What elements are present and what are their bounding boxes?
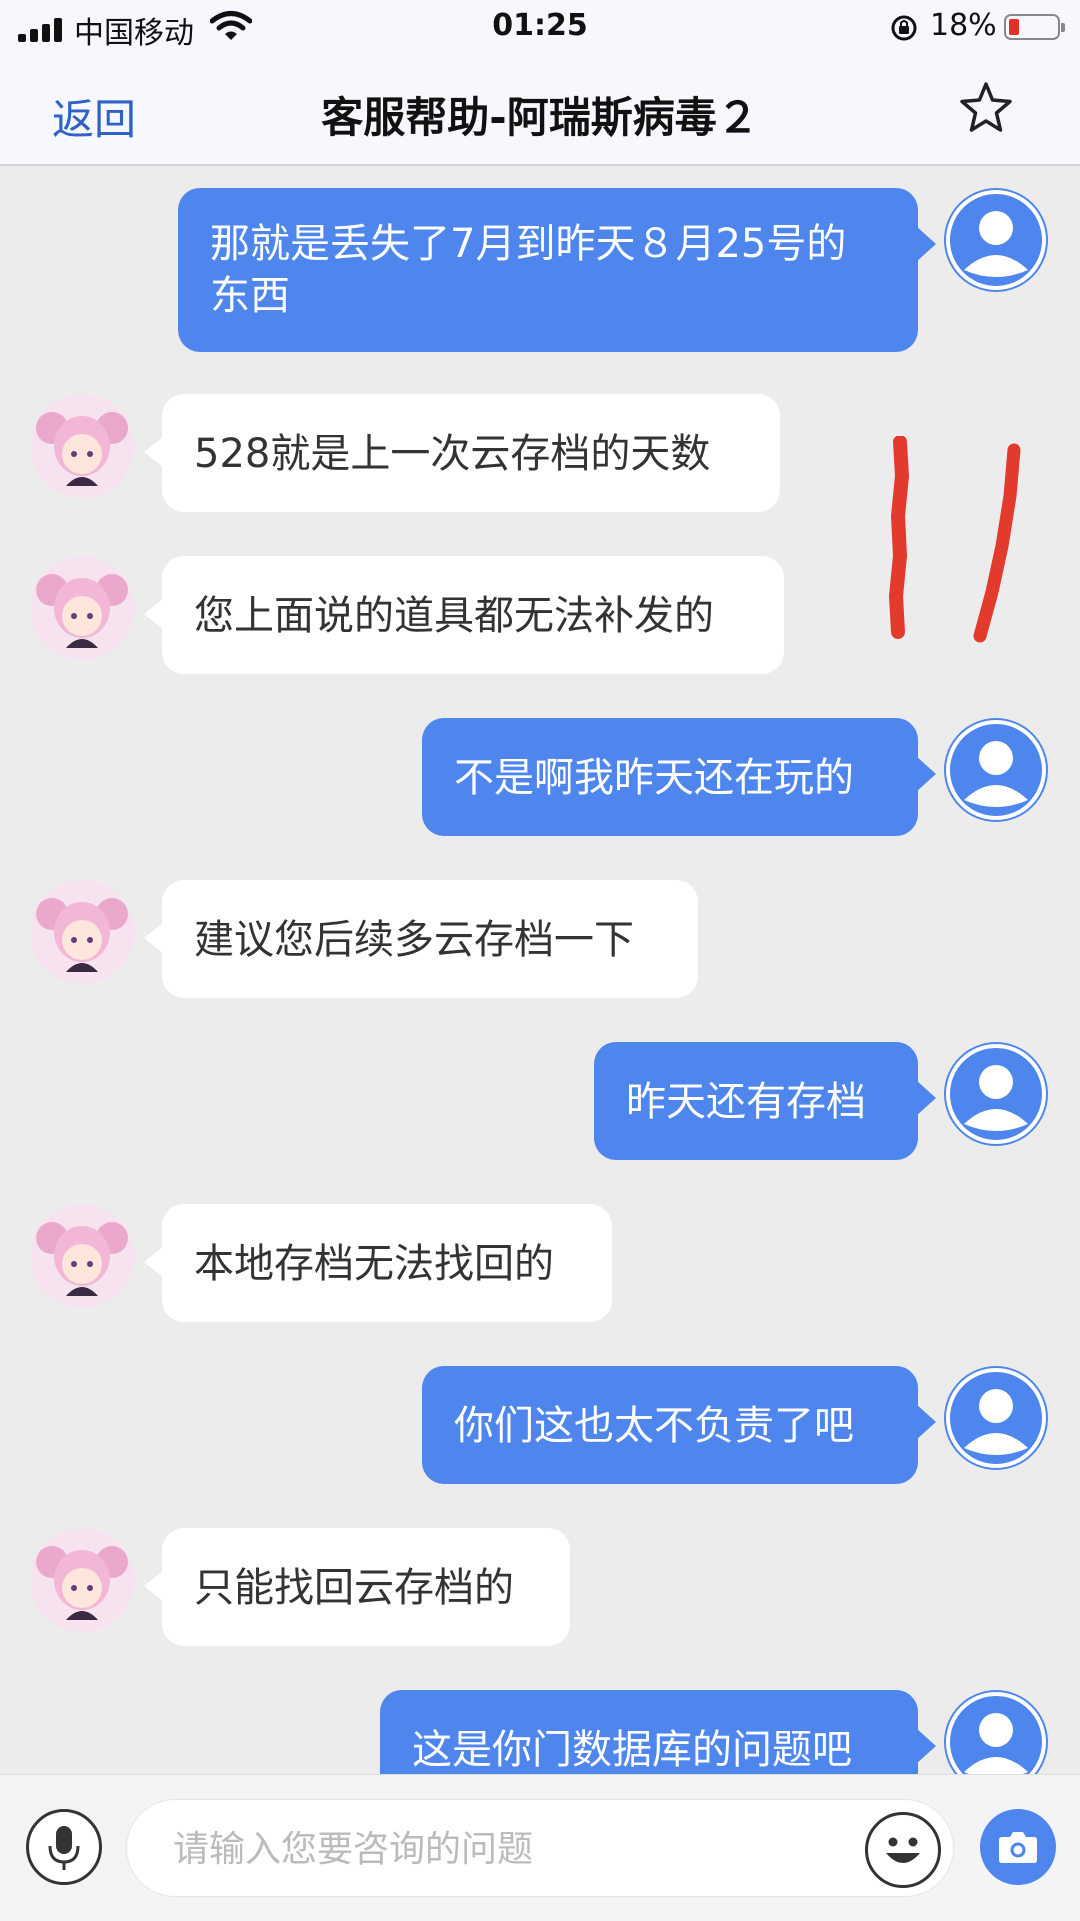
user-avatar-icon[interactable] [944, 1366, 1048, 1470]
voice-input-button[interactable] [26, 1809, 102, 1885]
smiley-icon [886, 1837, 920, 1863]
user-message-bubble[interactable]: 你们这也太不负责了吧 [422, 1366, 936, 1484]
message-input[interactable] [171, 1822, 775, 1876]
clock: 01:25 [492, 8, 588, 43]
user-message-bubble[interactable]: 不是啊我昨天还在玩的 [422, 718, 936, 836]
message-text: 不是啊我昨天还在玩的 [454, 755, 854, 801]
message-text: 这是你门数据库的问题吧 [412, 1727, 852, 1773]
battery-fill [1009, 19, 1019, 35]
message-text: 您上面说的道具都无法补发的 [194, 593, 714, 639]
message-text: 本地存档无法找回的 [194, 1241, 554, 1287]
chat-area[interactable]: 那就是丢失了7月到昨天８月25号的东西 528就是上一次云存档的天数 您上面说的… [0, 166, 1080, 1774]
favorite-star-icon[interactable] [958, 80, 1014, 136]
battery-percent: 18% [930, 8, 997, 43]
agent-avatar-icon[interactable] [30, 880, 134, 984]
message-text: 你们这也太不负责了吧 [454, 1403, 854, 1449]
user-message-bubble[interactable]: 那就是丢失了7月到昨天８月25号的东西 [178, 188, 936, 352]
user-avatar-icon[interactable] [944, 188, 1048, 292]
page-title: 客服帮助-阿瑞斯病毒２ [321, 93, 759, 142]
agent-avatar-icon[interactable] [30, 1528, 134, 1632]
battery-icon [1004, 14, 1065, 40]
user-avatar-icon[interactable] [944, 1690, 1048, 1774]
status-bar: 中国移动 01:25 18% [0, 0, 1080, 56]
agent-avatar-icon[interactable] [30, 1204, 134, 1308]
microphone-icon [48, 1826, 80, 1870]
agent-message-bubble[interactable]: 528就是上一次云存档的天数 [144, 394, 780, 512]
message-text: 那就是丢失了7月到昨天８月25号的东西 [210, 221, 847, 319]
agent-avatar-icon[interactable] [30, 556, 134, 660]
rotation-lock-icon [891, 15, 917, 41]
agent-message-bubble[interactable]: 本地存档无法找回的 [144, 1204, 612, 1322]
red-handwritten-marks [888, 436, 1021, 643]
agent-message-bubble[interactable]: 只能找回云存档的 [144, 1528, 570, 1646]
message-input-container [126, 1799, 954, 1897]
message-text: 建议您后续多云存档一下 [194, 917, 634, 963]
emoji-button[interactable] [865, 1812, 941, 1888]
input-bar [0, 1774, 1080, 1921]
agent-avatar-icon[interactable] [30, 394, 134, 498]
camera-button[interactable] [980, 1809, 1056, 1885]
camera-icon [999, 1832, 1037, 1863]
user-avatar-icon[interactable] [944, 718, 1048, 822]
message-text: 只能找回云存档的 [194, 1565, 514, 1611]
user-message-bubble[interactable]: 昨天还有存档 [594, 1042, 936, 1160]
agent-message-bubble[interactable]: 您上面说的道具都无法补发的 [144, 556, 784, 674]
user-message-bubble[interactable]: 这是你门数据库的问题吧 [380, 1690, 936, 1774]
message-text: 528就是上一次云存档的天数 [194, 431, 711, 477]
message-text: 昨天还有存档 [626, 1079, 866, 1125]
agent-message-bubble[interactable]: 建议您后续多云存档一下 [144, 880, 698, 998]
nav-bar: 返回 客服帮助-阿瑞斯病毒２ [0, 56, 1080, 166]
user-avatar-icon[interactable] [944, 1042, 1048, 1146]
